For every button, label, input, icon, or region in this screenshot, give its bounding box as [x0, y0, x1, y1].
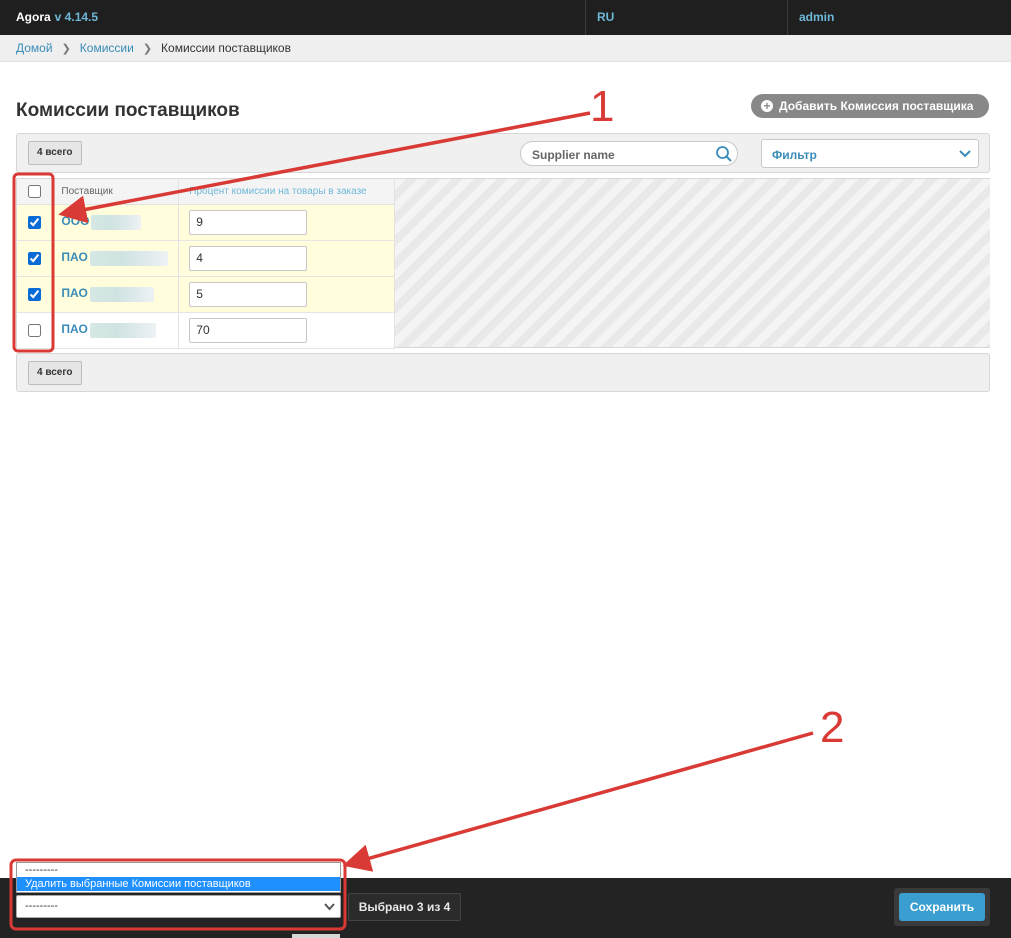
table-row: ПАО 5	[17, 276, 395, 313]
breadcrumb-current: Комиссии поставщиков	[161, 41, 291, 55]
action-select-value: ---------	[25, 900, 58, 912]
add-commission-button[interactable]: + Добавить Комиссия поставщика	[751, 94, 989, 118]
percent-input[interactable]: 4	[189, 245, 308, 271]
page-title: Комиссии поставщиков	[16, 100, 240, 121]
percent-input[interactable]: 70	[189, 317, 308, 343]
percent-input[interactable]: 5	[189, 281, 308, 307]
empty-area	[395, 179, 990, 347]
redacted-name	[91, 214, 142, 230]
row-select-cell	[17, 240, 54, 277]
save-button-wrapper: Сохранить	[894, 888, 990, 926]
redacted-name	[89, 250, 168, 266]
percent-cell: 9	[178, 204, 395, 241]
column-header-percent[interactable]: Процент комиссии на товары в заказе	[178, 179, 395, 205]
supplier-cell: ПАО	[52, 312, 180, 349]
user-menu[interactable]: admin	[787, 0, 1011, 35]
row-select-cell	[17, 204, 54, 241]
callout-number-1: 1	[590, 82, 615, 131]
selected-count: Выбрано 3 из 4	[348, 893, 461, 921]
percent-input[interactable]: 9	[189, 209, 308, 235]
column-header-supplier[interactable]: Поставщик	[52, 179, 180, 205]
supplier-cell: ПАО	[52, 276, 180, 313]
percent-cell: 4	[178, 240, 395, 277]
action-select-dropdown: --------- Удалить выбранные Комиссии пос…	[16, 862, 341, 893]
total-count-button[interactable]: 4 всего	[28, 141, 82, 165]
supplier-link[interactable]: ПАО	[61, 322, 87, 336]
commissions-table: Поставщик Процент комиссии на товары в з…	[16, 178, 990, 349]
search-input[interactable]: Supplier name	[520, 141, 738, 166]
redacted-name	[89, 286, 154, 302]
action-option-delete-selected[interactable]: Удалить выбранные Комиссии поставщиков	[17, 877, 340, 891]
arrow-to-action-select	[342, 731, 814, 872]
search-icon[interactable]	[715, 145, 733, 163]
row-select-cell	[17, 276, 54, 313]
breadcrumb: Домой ❯ Комиссии ❯ Комиссии поставщиков	[0, 35, 1011, 62]
list-toolbar: 4 всего Supplier name Фильтр	[16, 133, 990, 173]
chevron-right-icon: ❯	[142, 42, 153, 55]
list-footer-toolbar: 4 всего	[16, 353, 990, 392]
app-name: Agora	[16, 10, 51, 24]
table-row: ПАО 70	[17, 312, 395, 349]
app-version: v 4.14.5	[54, 10, 99, 24]
chevron-right-icon: ❯	[61, 42, 71, 55]
action-option-empty[interactable]: ---------	[17, 863, 340, 877]
bottom-handle	[292, 934, 340, 938]
supplier-link[interactable]: ПАО	[61, 286, 87, 300]
breadcrumb-home[interactable]: Домой	[16, 41, 53, 55]
row-checkbox[interactable]	[28, 252, 42, 266]
percent-cell: 5	[178, 276, 395, 313]
select-all-header	[17, 179, 54, 205]
plus-icon: +	[761, 100, 773, 112]
select-all-checkbox[interactable]	[28, 184, 42, 198]
row-checkbox[interactable]	[28, 288, 42, 302]
table-row: ООО 9	[17, 204, 395, 241]
percent-cell: 70	[178, 312, 395, 349]
callout-number-2: 2	[820, 703, 845, 752]
filter-dropdown[interactable]: Фильтр	[761, 139, 979, 168]
row-checkbox[interactable]	[28, 216, 42, 230]
supplier-cell: ПАО	[52, 240, 180, 277]
add-commission-label: Добавить Комиссия поставщика	[779, 99, 974, 113]
table-row: ПАО 4	[17, 240, 395, 277]
top-navbar: Agora v 4.14.5 RU admin	[0, 0, 1011, 35]
chevron-down-icon	[959, 150, 971, 158]
language-switch[interactable]: RU	[585, 0, 787, 35]
chevron-down-icon	[324, 903, 335, 911]
breadcrumb-section[interactable]: Комиссии	[80, 41, 134, 55]
save-button[interactable]: Сохранить	[899, 893, 985, 921]
supplier-link[interactable]: ООО	[61, 214, 89, 228]
row-checkbox[interactable]	[28, 324, 42, 338]
supplier-cell: ООО	[52, 204, 180, 241]
filter-label: Фильтр	[772, 148, 817, 162]
redacted-name	[89, 322, 156, 338]
action-select[interactable]: ---------	[16, 895, 341, 918]
total-count-button[interactable]: 4 всего	[28, 361, 82, 385]
app-brand[interactable]: Agora v 4.14.5	[0, 0, 585, 35]
row-select-cell	[17, 312, 54, 349]
supplier-link[interactable]: ПАО	[61, 250, 87, 264]
search-placeholder: Supplier name	[532, 148, 615, 162]
